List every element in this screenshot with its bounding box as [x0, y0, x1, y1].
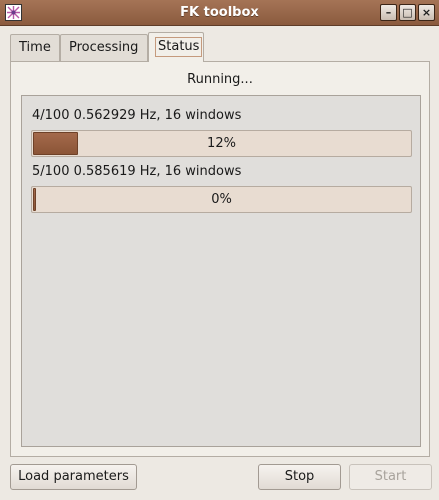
tab-status-label: Status	[155, 37, 203, 57]
jobs-frame: 4/100 0.562929 Hz, 16 windows 12% 5/100 …	[21, 95, 421, 447]
job-1-progress-bar: 12%	[31, 130, 412, 157]
close-button[interactable]: ×	[418, 4, 435, 21]
minimize-button[interactable]: –	[380, 4, 397, 21]
job-1-label: 4/100 0.562929 Hz, 16 windows	[32, 108, 242, 123]
tab-time[interactable]: Time	[10, 34, 60, 62]
title-bar: FK toolbox – □ ×	[0, 0, 439, 26]
status-panel: Running... 4/100 0.562929 Hz, 16 windows…	[10, 61, 430, 457]
load-parameters-button[interactable]: Load parameters	[10, 464, 137, 490]
job-2-progress-text: 0%	[211, 192, 232, 207]
tab-processing[interactable]: Processing	[60, 34, 148, 62]
status-text: Running...	[187, 72, 253, 87]
window-title: FK toolbox	[180, 5, 259, 20]
job-2-progress-bar: 0%	[31, 186, 412, 213]
tab-processing-label: Processing	[69, 40, 139, 55]
stop-button[interactable]: Stop	[258, 464, 341, 490]
job-1-progress-text: 12%	[207, 136, 236, 151]
tab-time-label: Time	[19, 40, 51, 55]
start-button[interactable]: Start	[349, 464, 432, 490]
maximize-button[interactable]: □	[399, 4, 416, 21]
tab-status[interactable]: Status	[148, 32, 204, 62]
job-2-label: 5/100 0.585619 Hz, 16 windows	[32, 164, 242, 179]
